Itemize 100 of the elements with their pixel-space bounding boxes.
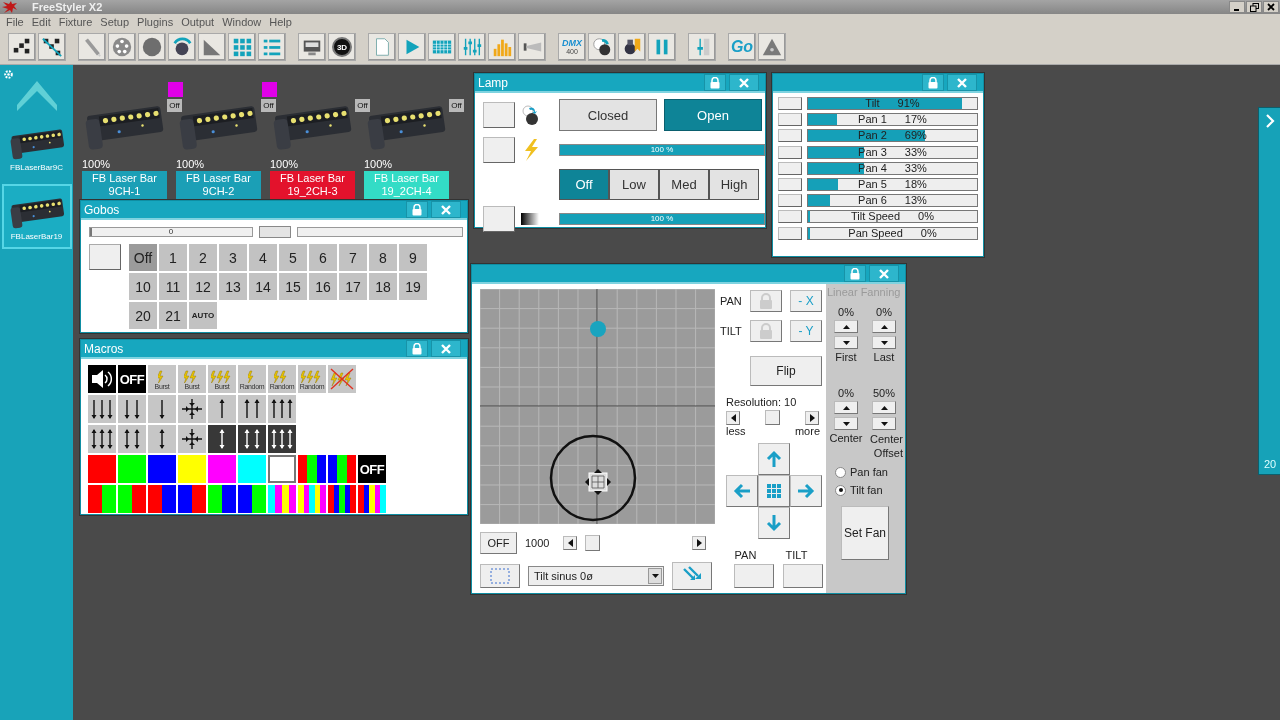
color-macro-button[interactable] bbox=[208, 455, 236, 483]
up-arrow-button[interactable] bbox=[758, 443, 790, 475]
lock-button[interactable] bbox=[704, 74, 726, 91]
movement-macro-button[interactable] bbox=[208, 425, 236, 453]
equalizer-button[interactable] bbox=[488, 33, 516, 61]
movement-macro-button[interactable] bbox=[238, 425, 266, 453]
color-macro-button[interactable] bbox=[148, 455, 176, 483]
movement-macro-button[interactable] bbox=[208, 395, 236, 423]
toggle-button[interactable] bbox=[483, 206, 515, 232]
toggle-button[interactable] bbox=[483, 137, 515, 163]
menu-item[interactable]: Output bbox=[177, 16, 219, 28]
channel-slider[interactable]: Pan 1 17% bbox=[807, 113, 978, 127]
gobo-button[interactable]: 2 bbox=[189, 244, 217, 271]
scroll-right-button[interactable] bbox=[692, 536, 706, 550]
movement-macro-button[interactable] bbox=[88, 395, 116, 423]
grid-button[interactable] bbox=[228, 33, 256, 61]
disc-button[interactable] bbox=[138, 33, 166, 61]
menu-item[interactable]: Setup bbox=[96, 16, 134, 28]
expand-icon[interactable] bbox=[1265, 114, 1275, 128]
channel-button[interactable] bbox=[778, 210, 802, 224]
pen-button[interactable] bbox=[78, 33, 106, 61]
toggle-button[interactable] bbox=[483, 102, 515, 128]
color-stripes-button[interactable] bbox=[118, 485, 146, 513]
gobo-button[interactable]: 13 bbox=[219, 273, 247, 300]
color-stripes-button[interactable] bbox=[268, 485, 296, 513]
strobe-button[interactable]: Off bbox=[559, 169, 609, 200]
shutter-button[interactable]: Closed bbox=[559, 99, 657, 131]
lock-button[interactable] bbox=[922, 74, 944, 91]
color-stripes-button[interactable] bbox=[208, 485, 236, 513]
menu-item[interactable]: Help bbox=[265, 16, 296, 28]
channel-button[interactable] bbox=[778, 97, 802, 110]
gobo-button[interactable]: 4 bbox=[249, 244, 277, 271]
menu-item[interactable]: Fixture bbox=[54, 16, 97, 28]
movement-macro-button[interactable] bbox=[268, 425, 296, 453]
fixture-label[interactable]: FB Laser Bar 19_2CH-3 bbox=[270, 171, 355, 200]
gobo-button[interactable]: 17 bbox=[339, 273, 367, 300]
color-stripes-button[interactable] bbox=[238, 485, 266, 513]
list-button[interactable] bbox=[258, 33, 286, 61]
matrix-button[interactable] bbox=[428, 33, 456, 61]
off-macro-button[interactable]: OFF bbox=[118, 365, 146, 393]
lock-button[interactable] bbox=[844, 265, 866, 282]
move-icon[interactable] bbox=[585, 469, 611, 495]
lock-button[interactable] bbox=[750, 290, 782, 312]
fixtures-crossed-button[interactable] bbox=[38, 33, 66, 61]
channel-button[interactable] bbox=[778, 177, 802, 191]
channel-slider[interactable]: Pan 6 13% bbox=[807, 194, 978, 208]
page-button[interactable] bbox=[368, 33, 396, 61]
monitor-button[interactable] bbox=[298, 33, 326, 61]
left-arrow-button[interactable] bbox=[726, 475, 758, 507]
decrement-button[interactable] bbox=[834, 336, 858, 349]
flip-button[interactable]: Flip bbox=[750, 356, 822, 386]
moving-head-button[interactable] bbox=[168, 33, 196, 61]
pan-button[interactable] bbox=[734, 564, 774, 588]
select-area-button[interactable] bbox=[480, 564, 520, 588]
slider-thumb[interactable] bbox=[259, 226, 291, 238]
strobe-button[interactable]: Med bbox=[659, 169, 709, 200]
gobo-button[interactable]: 19 bbox=[399, 273, 427, 300]
decrement-button[interactable] bbox=[834, 417, 858, 430]
increase-button[interactable] bbox=[805, 410, 819, 425]
gobo-button[interactable]: 21 bbox=[159, 302, 187, 329]
fixtures-button[interactable] bbox=[8, 33, 36, 61]
fader-button[interactable] bbox=[688, 33, 716, 61]
color-stripes-button[interactable] bbox=[298, 485, 326, 513]
minimize-button[interactable] bbox=[1229, 1, 1245, 13]
beam-button[interactable] bbox=[518, 33, 546, 61]
gobo-button[interactable]: 8 bbox=[369, 244, 397, 271]
gobo-button[interactable]: 12 bbox=[189, 273, 217, 300]
center-button[interactable] bbox=[758, 475, 790, 507]
gobo-button[interactable]: 14 bbox=[249, 273, 277, 300]
slider-thumb[interactable] bbox=[765, 410, 780, 425]
channel-slider[interactable]: Pan 5 18% bbox=[807, 177, 978, 191]
gobo-slider[interactable]: 0 bbox=[89, 227, 253, 237]
menu-item[interactable]: Window bbox=[218, 16, 266, 28]
off-button[interactable]: OFF bbox=[480, 532, 517, 554]
flash-off-macro-button[interactable] bbox=[328, 365, 356, 393]
radio-button[interactable] bbox=[835, 484, 846, 496]
increment-button[interactable] bbox=[872, 320, 896, 333]
menu-item[interactable]: Plugins bbox=[133, 16, 178, 28]
color-macro-button[interactable] bbox=[88, 455, 116, 483]
movement-macro-button[interactable] bbox=[118, 425, 146, 453]
radio-button[interactable] bbox=[835, 466, 846, 478]
3d-view-button[interactable]: 3D bbox=[328, 33, 356, 61]
movement-macro-button[interactable] bbox=[148, 395, 176, 423]
decrease-button[interactable] bbox=[726, 410, 740, 425]
play-button[interactable] bbox=[398, 33, 426, 61]
channel-slider[interactable]: Tilt 91% bbox=[807, 97, 978, 110]
restore-button[interactable] bbox=[1246, 1, 1262, 13]
channel-button[interactable] bbox=[778, 226, 802, 240]
gobo-button[interactable]: Off bbox=[129, 244, 157, 271]
gobo-button[interactable]: 15 bbox=[279, 273, 307, 300]
increment-button[interactable] bbox=[834, 401, 858, 414]
strobe-button[interactable]: Low bbox=[609, 169, 659, 200]
scroll-left-button[interactable] bbox=[563, 536, 577, 550]
gobo-button[interactable]: 3 bbox=[219, 244, 247, 271]
color-stripes-button[interactable] bbox=[328, 455, 356, 483]
gobo-button[interactable]: 9 bbox=[399, 244, 427, 271]
color-balls-button[interactable] bbox=[588, 33, 616, 61]
gobo-button[interactable]: 5 bbox=[279, 244, 307, 271]
color-stripes-button[interactable] bbox=[298, 455, 326, 483]
increment-button[interactable] bbox=[872, 401, 896, 414]
